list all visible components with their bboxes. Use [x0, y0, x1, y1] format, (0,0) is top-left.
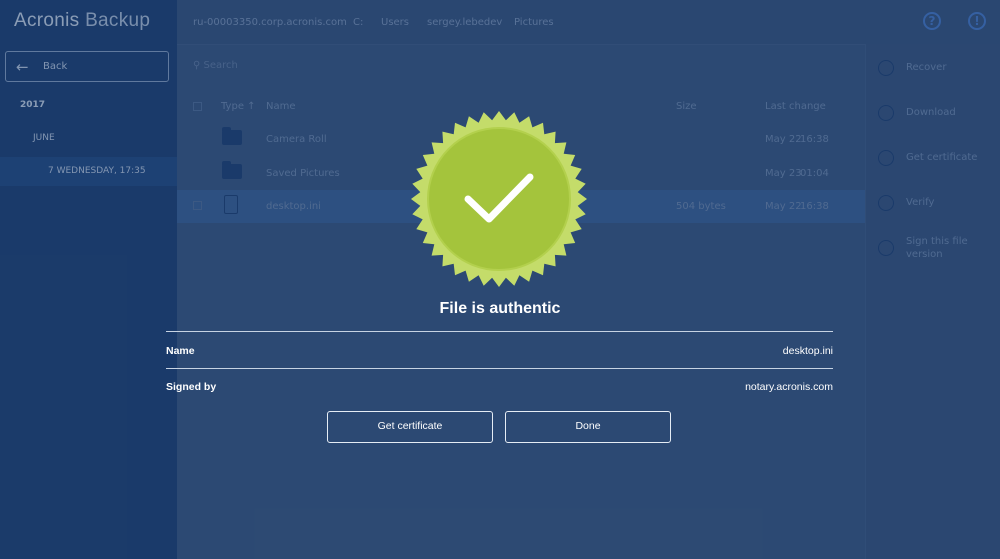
divider [166, 368, 833, 369]
checkmark-seal-icon [411, 111, 587, 287]
done-button[interactable]: Done [505, 411, 671, 443]
signed-by-label: Signed by [166, 381, 217, 393]
signed-by-value: notary.acronis.com [745, 381, 833, 393]
get-certificate-button[interactable]: Get certificate [327, 411, 493, 443]
name-value: desktop.ini [782, 345, 833, 357]
name-label: Name [166, 345, 195, 357]
divider [166, 331, 833, 332]
modal-title: File is authentic [439, 300, 561, 317]
